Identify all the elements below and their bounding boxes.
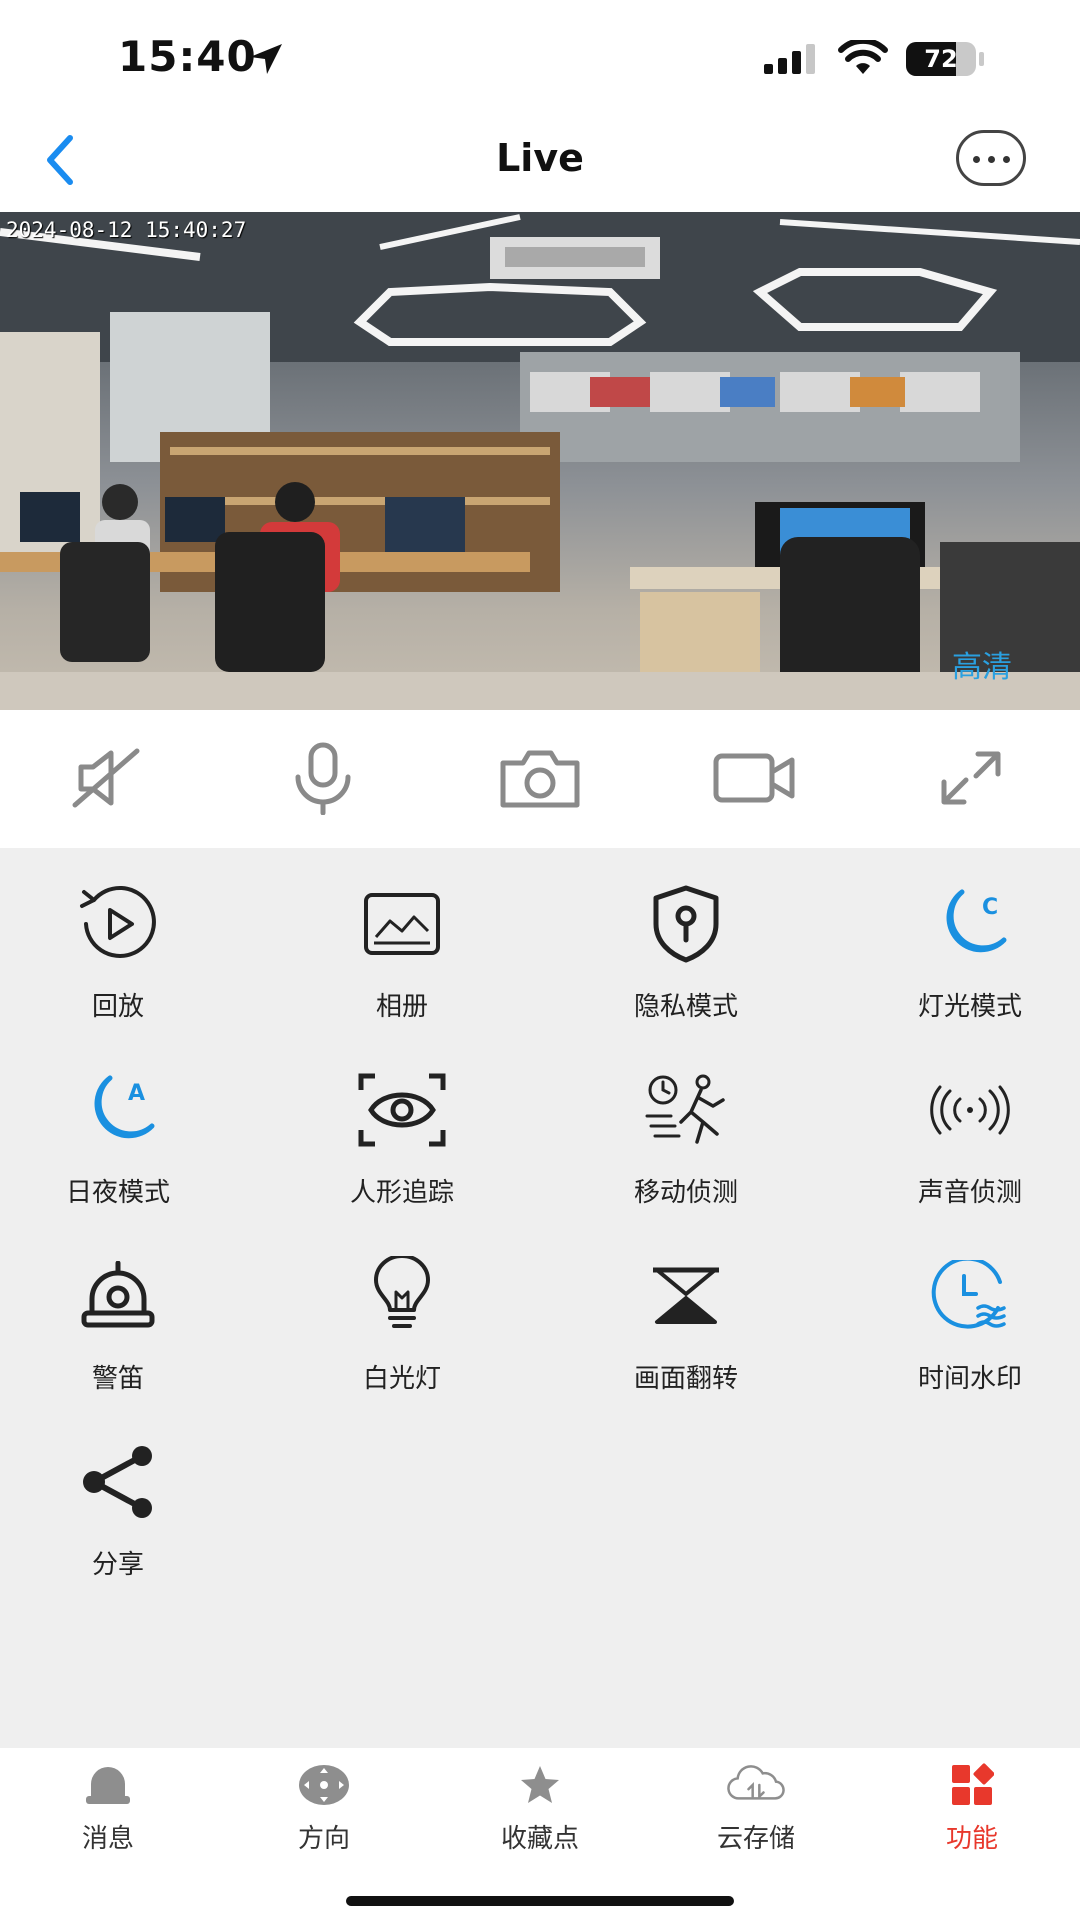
feature-label: 声音侦测 — [917, 1178, 1022, 1208]
speaker-muted-icon — [72, 748, 140, 808]
playback-icon — [80, 885, 156, 958]
feature-label: 灯光模式 — [917, 992, 1022, 1022]
feature-time-watermark[interactable]: 时间水印 — [870, 1220, 1070, 1394]
feature-label: 画面翻转 — [633, 1364, 738, 1394]
feature-album[interactable]: 相册 — [302, 848, 502, 1022]
tab-direction[interactable]: 方向 — [244, 1748, 404, 1868]
tab-label: 云存储 — [716, 1824, 795, 1854]
feature-label: 隐私模式 — [633, 992, 738, 1022]
feature-label: 相册 — [375, 992, 428, 1022]
snapshot-button[interactable] — [495, 738, 585, 818]
time-watermark-icon — [931, 1260, 1006, 1329]
bell-icon — [86, 1767, 130, 1804]
video-timestamp: 2024-08-12 15:40:27 — [6, 218, 247, 242]
status-time: 15:40 — [118, 32, 257, 81]
tab-favorites[interactable]: 收藏点 — [460, 1748, 620, 1868]
status-bar: 15:40 72 — [0, 0, 1080, 110]
album-icon — [364, 893, 440, 955]
function-grid-icon — [952, 1763, 994, 1805]
battery-indicator: 72 — [906, 42, 976, 76]
feature-label: 白光灯 — [362, 1364, 441, 1394]
feature-label: 移动侦测 — [633, 1178, 738, 1208]
feature-label: 分享 — [91, 1550, 144, 1580]
feature-playback[interactable]: 回放 — [18, 848, 218, 1022]
tab-label: 方向 — [297, 1824, 350, 1854]
tab-cloud-storage[interactable]: 云存储 — [676, 1748, 836, 1868]
wifi-icon — [838, 40, 888, 74]
fullscreen-icon — [941, 751, 1001, 805]
fullscreen-button[interactable] — [926, 738, 1016, 818]
tab-functions[interactable]: 功能 — [892, 1748, 1052, 1868]
video-record-icon — [713, 753, 795, 803]
playback-controls — [0, 710, 1080, 848]
camera-icon — [500, 750, 580, 808]
feature-human-tracking[interactable]: 人形追踪 — [302, 1034, 502, 1208]
sound-detection-icon — [930, 1085, 1010, 1135]
privacy-shield-icon — [653, 885, 719, 963]
human-tracking-icon — [358, 1073, 446, 1147]
feature-label: 回放 — [91, 992, 144, 1022]
bottom-tab-bar: 消息 方向 收藏点 云存储 功能 — [0, 1748, 1080, 1920]
star-icon — [521, 1766, 559, 1803]
page-title: Live — [496, 136, 584, 180]
feature-motion-detection[interactable]: 移动侦测 — [586, 1034, 786, 1208]
microphone-icon — [295, 742, 351, 815]
lightbulb-icon — [374, 1256, 430, 1328]
battery-cap — [979, 52, 984, 66]
video-scene — [0, 212, 1080, 710]
home-indicator[interactable] — [346, 1896, 734, 1906]
feature-label: 时间水印 — [917, 1364, 1022, 1394]
video-quality-toggle[interactable]: 高清 — [952, 642, 1012, 686]
day-night-moon-icon: A — [94, 1075, 155, 1139]
feature-label: 警笛 — [91, 1364, 144, 1394]
battery-level: 72 — [924, 45, 958, 73]
cloud-storage-icon — [727, 1765, 785, 1800]
microphone-button[interactable] — [278, 738, 368, 818]
feature-grid: 回放 相册 隐私模式 C 灯光模式 A 日夜模式 人形追踪 移动侦测 声音侦测 … — [0, 848, 1080, 1748]
feature-label: 人形追踪 — [349, 1178, 454, 1208]
direction-pad-icon — [299, 1765, 349, 1805]
record-button[interactable] — [710, 738, 800, 818]
cellular-signal-icon — [764, 44, 815, 74]
nav-bar: Live — [0, 110, 1080, 212]
motion-detection-icon — [645, 1074, 725, 1144]
flip-icon — [653, 1267, 719, 1324]
feature-label: 日夜模式 — [65, 1178, 170, 1208]
more-horizontal-icon[interactable] — [956, 130, 1026, 186]
tab-label: 消息 — [81, 1824, 134, 1854]
tab-label: 功能 — [945, 1824, 998, 1854]
light-mode-moon-icon: C — [946, 889, 1007, 953]
location-arrow-icon — [250, 44, 282, 74]
feature-white-light[interactable]: 白光灯 — [302, 1220, 502, 1394]
feature-privacy-mode[interactable]: 隐私模式 — [586, 848, 786, 1022]
feature-image-flip[interactable]: 画面翻转 — [586, 1220, 786, 1394]
feature-siren[interactable]: 警笛 — [18, 1220, 218, 1394]
siren-icon — [81, 1261, 155, 1328]
svg-text:C: C — [982, 895, 998, 920]
live-video-view[interactable]: 2024-08-12 15:40:27 高清 — [0, 212, 1080, 710]
feature-sound-detection[interactable]: 声音侦测 — [870, 1034, 1070, 1208]
feature-light-mode[interactable]: C 灯光模式 — [870, 848, 1070, 1022]
share-icon — [83, 1446, 152, 1518]
feature-share[interactable]: 分享 — [18, 1406, 218, 1580]
feature-day-night-mode[interactable]: A 日夜模式 — [18, 1034, 218, 1208]
mute-button[interactable] — [62, 738, 152, 818]
tab-label: 收藏点 — [500, 1824, 579, 1854]
svg-text:A: A — [128, 1081, 145, 1106]
tab-messages[interactable]: 消息 — [28, 1748, 188, 1868]
